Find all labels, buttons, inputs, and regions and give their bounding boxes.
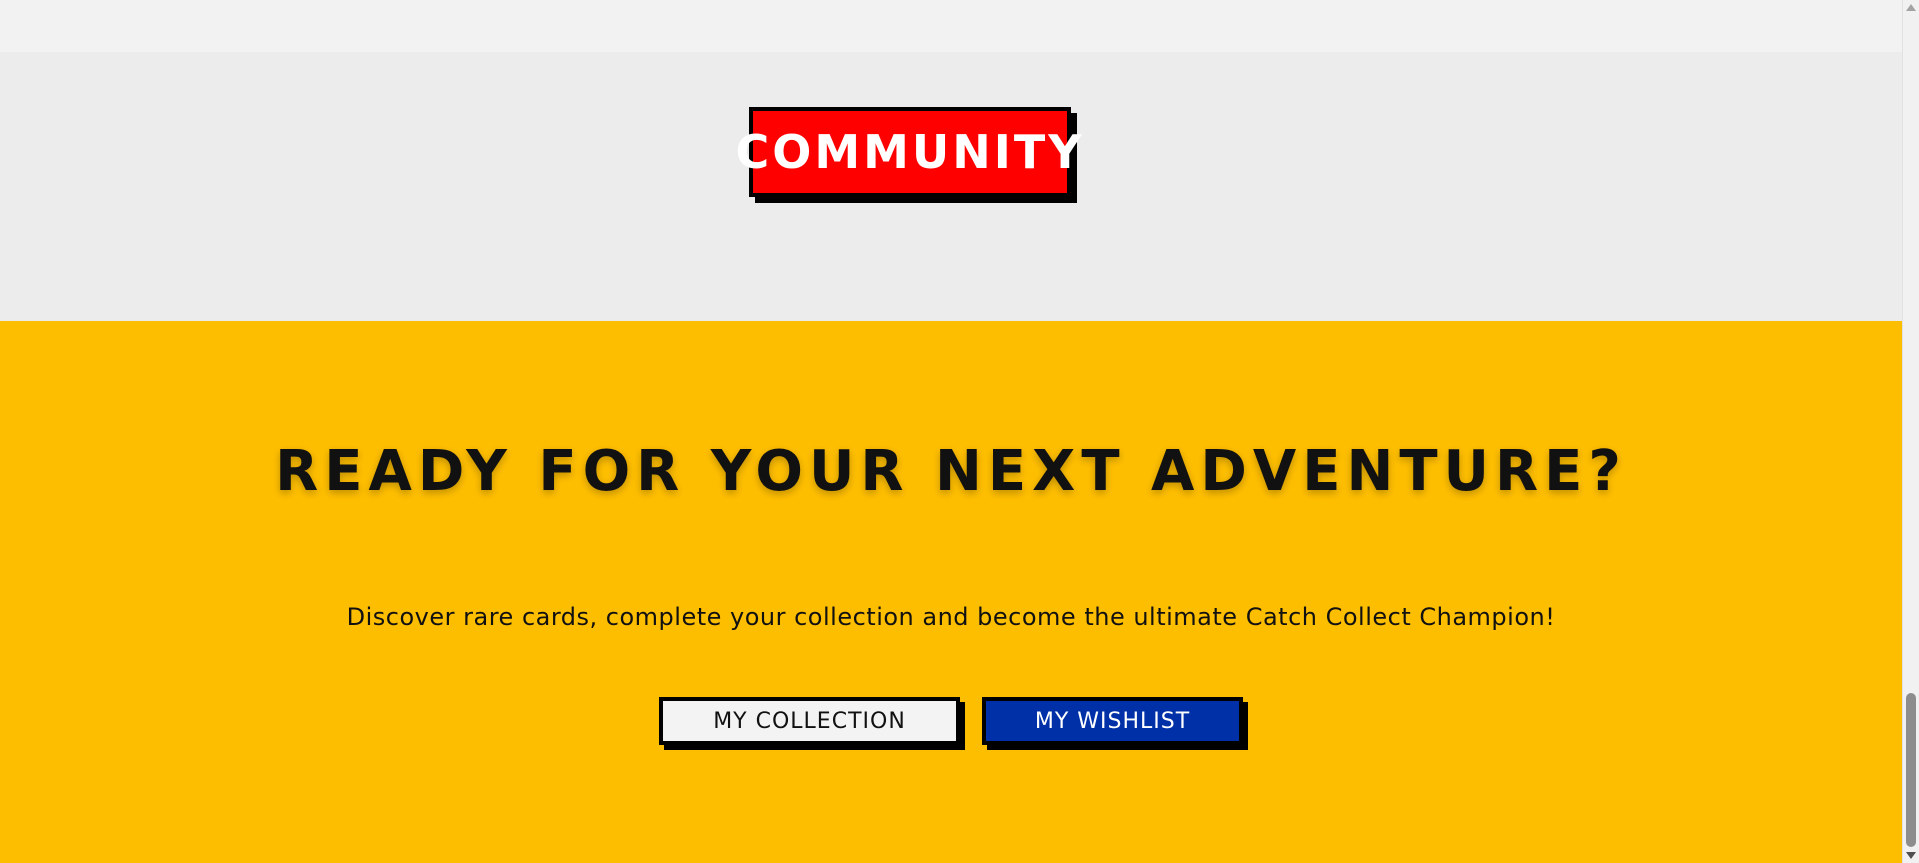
previous-section-edge — [0, 0, 1902, 52]
scroll-thumb[interactable] — [1906, 693, 1916, 847]
cta-subtitle: Discover rare cards, complete your colle… — [346, 603, 1556, 631]
vertical-scrollbar[interactable] — [1902, 0, 1919, 863]
cta-title: READY FOR YOUR NEXT ADVENTURE? — [275, 439, 1627, 504]
scroll-up-arrow-icon[interactable] — [1906, 4, 1916, 11]
community-badge: COMMUNITY — [735, 107, 1082, 197]
my-wishlist-button[interactable]: MY WISHLIST — [982, 697, 1243, 745]
scroll-down-arrow-icon[interactable] — [1906, 852, 1916, 859]
page-content: COMMUNITY READY FOR YOUR NEXT ADVENTURE?… — [0, 0, 1902, 863]
community-section: COMMUNITY — [0, 52, 1902, 321]
my-collection-button[interactable]: MY COLLECTION — [659, 697, 960, 745]
cta-section: READY FOR YOUR NEXT ADVENTURE? Discover … — [0, 321, 1902, 863]
browser-viewport: COMMUNITY READY FOR YOUR NEXT ADVENTURE?… — [0, 0, 1919, 863]
